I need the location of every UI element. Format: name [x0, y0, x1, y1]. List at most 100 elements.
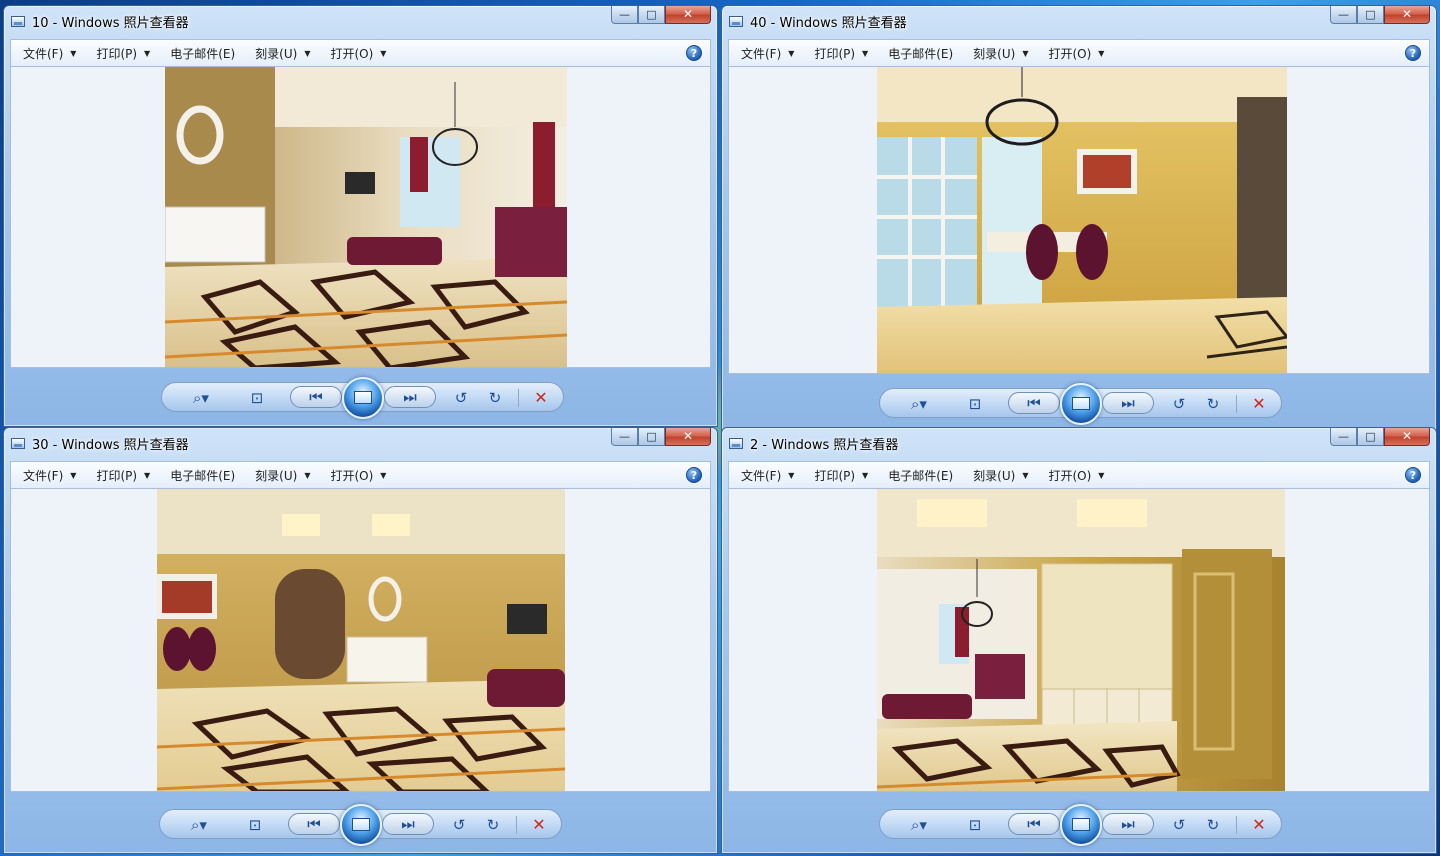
minimize-button[interactable]: —: [1330, 6, 1357, 24]
previous-button[interactable]: ⏮: [290, 386, 342, 408]
photo-living-room: [165, 67, 567, 367]
chevron-down-icon: ▼: [788, 48, 795, 58]
menu-burn-label: 刻录(U): [255, 46, 298, 61]
previous-icon: ⏮: [1027, 394, 1041, 412]
menu-burn[interactable]: 刻录(U) ▼: [961, 467, 1036, 484]
menu-open-label: 打开(O): [330, 468, 374, 483]
menu-print[interactable]: 打印(P) ▼: [84, 45, 158, 62]
image-viewport: [728, 489, 1430, 792]
menu-print-label: 打印(P): [96, 46, 138, 61]
title-bar[interactable]: 10 - Windows 照片查看器 — □ ✕: [4, 6, 717, 36]
zoom-icon[interactable]: ⌕▾: [190, 388, 212, 408]
menu-email-label: 电子邮件(E): [170, 468, 236, 483]
title-bar[interactable]: 40 - Windows 照片查看器 — □ ✕: [722, 6, 1436, 36]
slideshow-icon: [1072, 818, 1090, 831]
zoom-icon[interactable]: ⌕▾: [188, 815, 210, 835]
slideshow-icon: [352, 818, 370, 831]
photo-dining-room: [877, 67, 1287, 373]
title-bar[interactable]: 2 - Windows 照片查看器 — □ ✕: [722, 428, 1436, 458]
menu-print-label: 打印(P): [814, 468, 856, 483]
rotate-counterclockwise-icon[interactable]: ↺: [450, 388, 472, 408]
delete-icon[interactable]: ✕: [528, 815, 550, 835]
menu-burn-label: 刻录(U): [973, 468, 1016, 483]
slideshow-button[interactable]: [1060, 383, 1102, 425]
actual-size-icon[interactable]: ⊡: [964, 815, 986, 835]
rotate-clockwise-icon[interactable]: ↻: [482, 815, 504, 835]
menu-open[interactable]: 打开(O) ▼: [318, 45, 394, 62]
chevron-down-icon: ▼: [304, 470, 311, 480]
rotate-clockwise-icon[interactable]: ↻: [1202, 394, 1224, 414]
close-button[interactable]: ✕: [1384, 6, 1430, 24]
help-icon[interactable]: ?: [1405, 467, 1421, 483]
menu-open[interactable]: 打开(O) ▼: [318, 467, 394, 484]
zoom-icon[interactable]: ⌕▾: [908, 394, 930, 414]
menu-file[interactable]: 文件(F) ▼: [729, 45, 802, 62]
menu-print[interactable]: 打印(P) ▼: [84, 467, 158, 484]
rotate-clockwise-icon[interactable]: ↻: [484, 388, 506, 408]
command-bar: 文件(F) ▼ 打印(P) ▼ 电子邮件(E) 刻录(U) ▼ 打开(O) ▼ ?: [10, 461, 711, 489]
next-button[interactable]: ⏭: [1102, 392, 1154, 414]
chevron-down-icon: ▼: [1022, 48, 1029, 58]
menu-burn-label: 刻录(U): [255, 468, 298, 483]
help-icon[interactable]: ?: [686, 45, 702, 61]
maximize-button[interactable]: □: [1357, 428, 1384, 446]
menu-email[interactable]: 电子邮件(E): [876, 467, 961, 484]
actual-size-icon[interactable]: ⊡: [246, 388, 268, 408]
chevron-down-icon: ▼: [380, 470, 387, 480]
menu-open[interactable]: 打开(O) ▼: [1036, 467, 1112, 484]
menu-open-label: 打开(O): [330, 46, 374, 61]
zoom-icon[interactable]: ⌕▾: [908, 815, 930, 835]
close-button[interactable]: ✕: [665, 428, 711, 446]
previous-button[interactable]: ⏮: [1008, 392, 1060, 414]
menu-email[interactable]: 电子邮件(E): [158, 467, 243, 484]
help-icon[interactable]: ?: [686, 467, 702, 483]
minimize-button[interactable]: —: [611, 428, 638, 446]
menu-burn[interactable]: 刻录(U) ▼: [243, 467, 318, 484]
toolbar-divider: [1236, 816, 1237, 834]
minimize-button[interactable]: —: [611, 6, 638, 24]
caption-buttons: — □ ✕: [611, 6, 711, 26]
maximize-button[interactable]: □: [638, 428, 665, 446]
photo-viewer-window: 30 - Windows 照片查看器 — □ ✕ 文件(F) ▼ 打印(P) ▼ 电…: [3, 427, 718, 854]
title-bar[interactable]: 30 - Windows 照片查看器 — □ ✕: [4, 428, 717, 458]
photo-viewer-app-icon: [729, 438, 743, 449]
maximize-button[interactable]: □: [638, 6, 665, 24]
maximize-button[interactable]: □: [1357, 6, 1384, 24]
rotate-clockwise-icon[interactable]: ↻: [1202, 815, 1224, 835]
slideshow-button[interactable]: [340, 804, 382, 846]
delete-icon[interactable]: ✕: [1248, 394, 1270, 414]
window-title: 40 - Windows 照片查看器: [750, 16, 907, 31]
next-button[interactable]: ⏭: [382, 813, 434, 835]
next-button[interactable]: ⏭: [384, 386, 436, 408]
slideshow-button[interactable]: [342, 377, 384, 419]
slideshow-button[interactable]: [1060, 804, 1102, 846]
menu-burn[interactable]: 刻录(U) ▼: [961, 45, 1036, 62]
menu-email[interactable]: 电子邮件(E): [158, 45, 243, 62]
rotate-counterclockwise-icon[interactable]: ↺: [448, 815, 470, 835]
menu-file[interactable]: 文件(F) ▼: [11, 467, 84, 484]
previous-button[interactable]: ⏮: [288, 813, 340, 835]
rotate-counterclockwise-icon[interactable]: ↺: [1168, 815, 1190, 835]
rotate-counterclockwise-icon[interactable]: ↺: [1168, 394, 1190, 414]
delete-icon[interactable]: ✕: [530, 388, 552, 408]
next-button[interactable]: ⏭: [1102, 813, 1154, 835]
close-button[interactable]: ✕: [665, 6, 711, 24]
menu-print[interactable]: 打印(P) ▼: [802, 467, 876, 484]
menu-email[interactable]: 电子邮件(E): [876, 45, 961, 62]
actual-size-icon[interactable]: ⊡: [964, 394, 986, 414]
menu-open[interactable]: 打开(O) ▼: [1036, 45, 1112, 62]
help-icon[interactable]: ?: [1405, 45, 1421, 61]
menu-print-label: 打印(P): [814, 46, 856, 61]
menu-file[interactable]: 文件(F) ▼: [729, 467, 802, 484]
menu-file[interactable]: 文件(F) ▼: [11, 45, 84, 62]
menu-burn[interactable]: 刻录(U) ▼: [243, 45, 318, 62]
menu-print[interactable]: 打印(P) ▼: [802, 45, 876, 62]
close-button[interactable]: ✕: [1384, 428, 1430, 446]
delete-icon[interactable]: ✕: [1248, 815, 1270, 835]
photo-entrance: [877, 489, 1285, 791]
previous-button[interactable]: ⏮: [1008, 813, 1060, 835]
actual-size-icon[interactable]: ⊡: [244, 815, 266, 835]
menu-file-label: 文件(F): [23, 46, 64, 61]
menu-open-label: 打开(O): [1048, 468, 1092, 483]
minimize-button[interactable]: —: [1330, 428, 1357, 446]
